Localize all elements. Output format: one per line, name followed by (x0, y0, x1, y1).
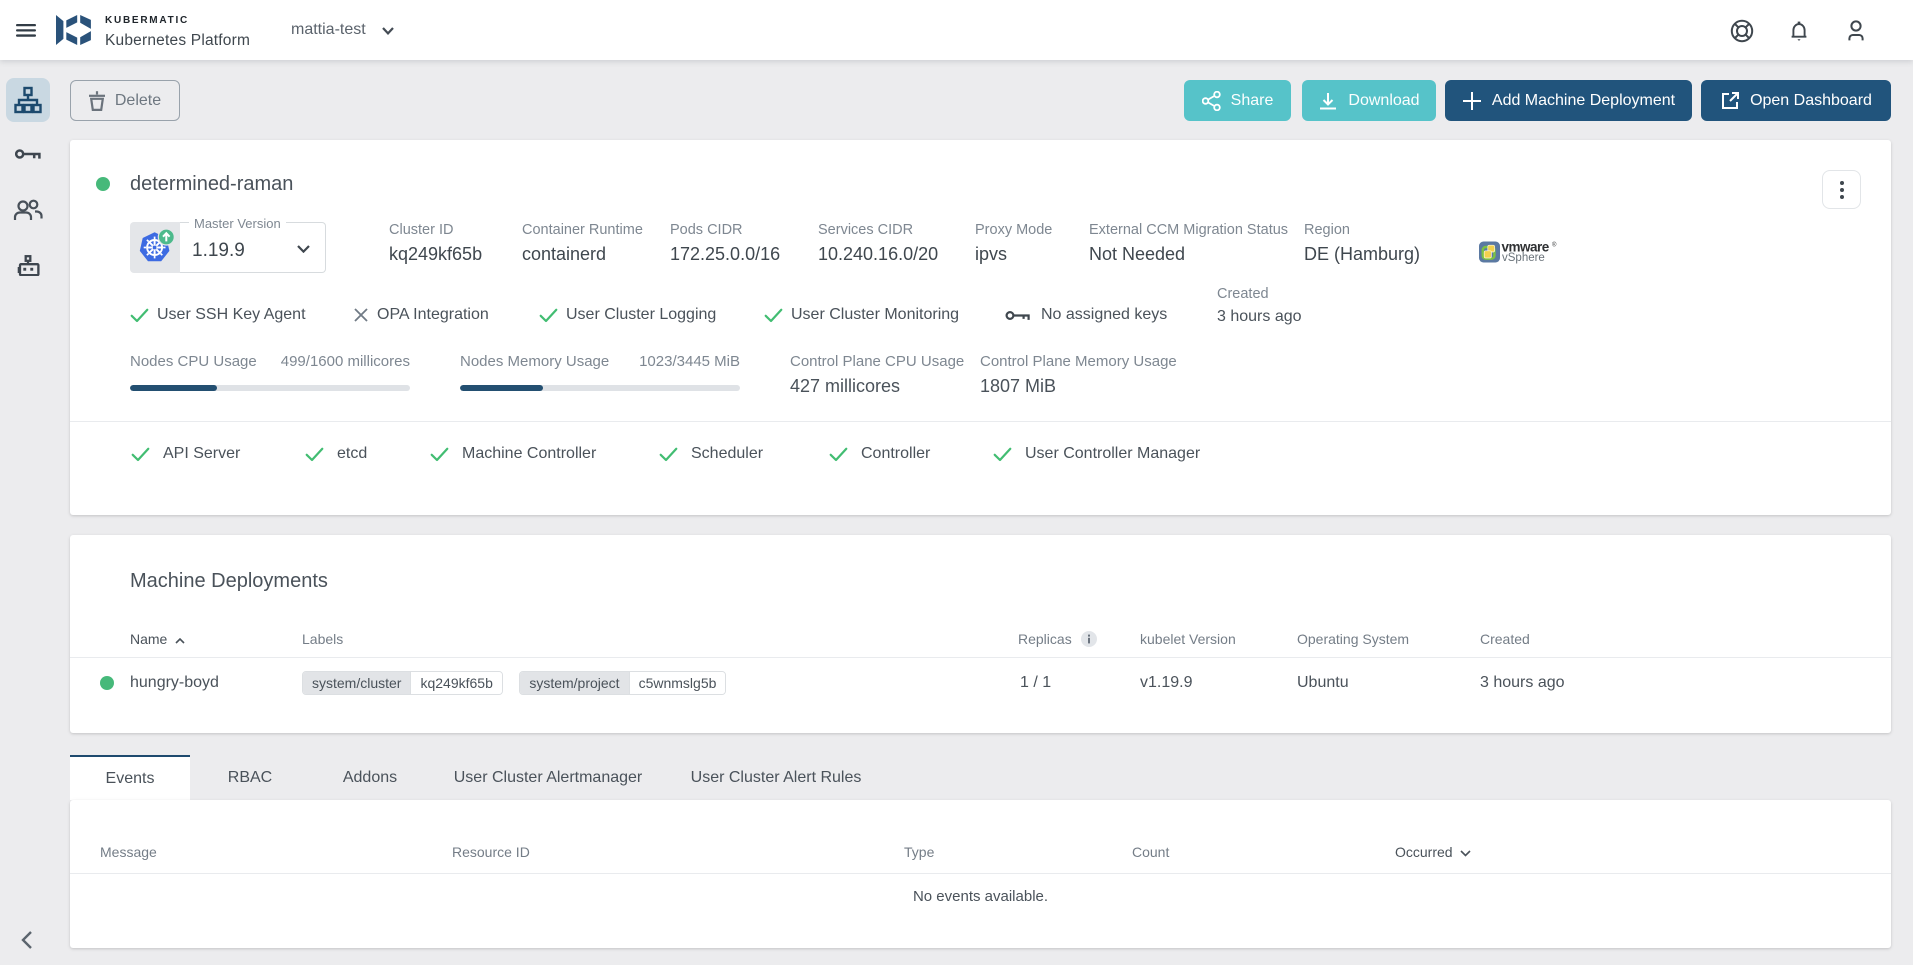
svg-text:vSphere: vSphere (1502, 252, 1545, 264)
svg-text:®: ® (1552, 242, 1557, 249)
